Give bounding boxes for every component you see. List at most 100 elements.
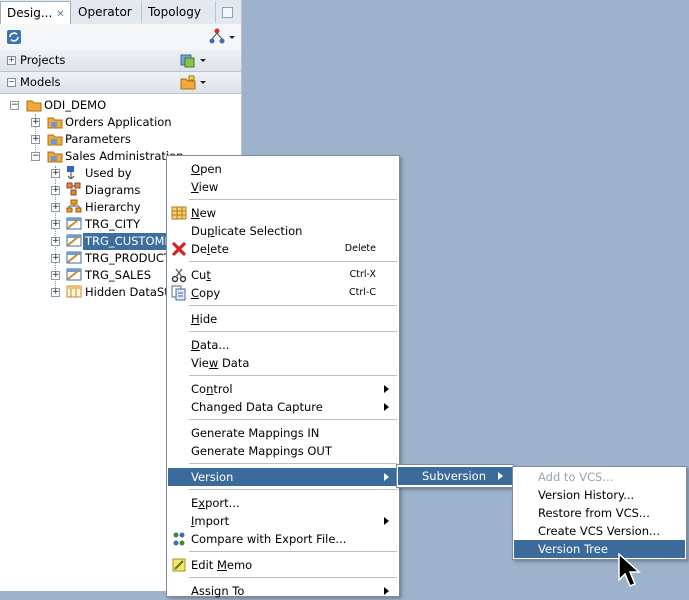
expand-icon[interactable]: + [51,288,60,297]
hidden-datastore-icon [66,285,82,298]
menu-item-label: Create VCS Version... [538,524,660,538]
projects-accordion[interactable]: + Projects [0,50,241,72]
menu-item-generate-mappings-out[interactable]: Generate Mappings OUT [168,442,398,460]
menu-item-label: Cut [191,268,211,282]
expand-icon[interactable]: + [31,118,40,127]
navigator-tabs: Desig... ✕ Operator Topology [0,0,241,25]
menu-item-label: Edit Memo [191,558,253,572]
menu-item-duplicate-selection[interactable]: Duplicate Selection [168,222,398,240]
expand-icon[interactable]: + [51,169,60,178]
datastore-icon [66,268,82,281]
menu-item-hide[interactable]: Hide [168,310,398,328]
menu-item-label: Copy [191,286,221,300]
menu-separator [189,305,397,306]
expand-icon[interactable]: + [51,186,60,195]
menu-item-open[interactable]: Open [168,160,398,178]
subversion-submenu: Add to VCS... Version History... Restore… [512,466,687,560]
menu-item-label: Open [191,162,222,176]
menu-item-edit-memo[interactable]: Edit Memo [168,556,398,574]
menu-separator [189,577,397,578]
expand-icon[interactable]: + [51,254,60,263]
tree-node-label: Parameters [65,132,131,146]
menu-item-label: Version History... [538,488,635,502]
menu-item-label: Version [191,470,234,484]
submenu-arrow-icon [384,403,389,411]
menu-item-cut[interactable]: Cut Ctrl-X [168,266,398,284]
submenu-arrow-icon [384,587,389,595]
menu-item-subversion[interactable]: Subversion [398,467,512,485]
menu-item-view[interactable]: View [168,178,398,196]
menu-item-label: Subversion [422,469,487,483]
tab-operator[interactable]: Operator [72,1,142,23]
menu-item-label: Version Tree [538,542,608,556]
mouse-cursor-icon [618,553,641,587]
tab-designer-label: Desig... [7,6,53,20]
menu-item-export[interactable]: Export... [168,494,398,512]
menu-item-label: Generate Mappings OUT [191,444,332,458]
expand-icon[interactable]: + [51,220,60,229]
menu-item-label: Add to VCS... [538,470,614,484]
expand-icon[interactable]: + [7,56,16,65]
tree-node-label: TRG_CITY [85,217,141,231]
submenu-arrow-icon [384,385,389,393]
menu-separator [189,199,397,200]
menu-item-label: Generate Mappings IN [191,426,320,440]
menu-item-copy[interactable]: Copy Ctrl-C [168,284,398,302]
tree-node-root[interactable]: − ODI_DEMO [10,97,210,114]
menu-item-version-tree[interactable]: Version Tree [514,540,685,558]
tree-node-label: ODI_DEMO [44,98,107,112]
model-icon [47,117,63,129]
menu-separator [189,331,397,332]
menu-item-new[interactable]: New [168,204,398,222]
new-project-icon[interactable] [180,53,208,69]
expand-icon[interactable]: + [51,271,60,280]
datastore-icon [66,217,82,230]
menu-item-generate-mappings-in[interactable]: Generate Mappings IN [168,424,398,442]
menu-item-changed-data-capture[interactable]: Changed Data Capture [168,398,398,416]
menu-item-control[interactable]: Control [168,380,398,398]
menu-separator [189,489,397,490]
collapse-icon[interactable]: − [31,152,40,161]
menu-item-shortcut: Ctrl-C [349,287,376,298]
new-model-icon[interactable] [180,75,208,91]
menu-item-label: Control [191,382,233,396]
submenu-arrow-icon [384,517,389,525]
minimize-icon[interactable] [222,7,233,18]
menu-item-compare-with-export-file[interactable]: Compare with Export File... [168,530,398,548]
menu-item-view-data[interactable]: View Data [168,354,398,372]
menu-item-import[interactable]: Import [168,512,398,530]
menu-item-version-history[interactable]: Version History... [514,486,685,504]
menu-separator [189,463,397,464]
menu-item-assign-to[interactable]: Assign To [168,582,398,600]
tree-node-label: Used by [85,166,132,180]
submenu-arrow-icon [498,472,503,480]
refresh-icon[interactable] [6,29,22,45]
expand-icon[interactable]: + [51,203,60,212]
menu-separator [189,419,397,420]
tab-topology[interactable]: Topology [142,1,216,23]
menu-item-label: Assign To [191,584,245,598]
menu-item-shortcut: Delete [344,243,376,254]
used-by-icon [67,166,75,179]
connect-navigator-icon[interactable] [209,28,237,46]
menu-item-add-to-vcs: Add to VCS... [514,468,685,486]
model-folder-icon [26,100,42,112]
tree-node-orders-application[interactable]: + Orders Application [31,114,231,131]
menu-item-data[interactable]: Data... [168,336,398,354]
menu-item-restore-from-vcs[interactable]: Restore from VCS... [514,504,685,522]
menu-item-create-vcs-version[interactable]: Create VCS Version... [514,522,685,540]
expand-icon[interactable]: + [51,237,60,246]
context-menu: Open View New Duplicate Selection Delete… [166,155,400,600]
close-icon[interactable]: ✕ [56,9,64,20]
collapse-icon[interactable]: − [10,101,19,110]
collapse-icon[interactable]: − [7,78,16,87]
expand-icon[interactable]: + [31,135,40,144]
menu-item-delete[interactable]: Delete Delete [168,240,398,258]
tab-designer[interactable]: Desig... ✕ [0,1,71,25]
menu-item-label: Restore from VCS... [538,506,650,520]
models-accordion[interactable]: − Models [0,72,241,94]
menu-item-version[interactable]: Version [168,468,398,486]
tree-node-parameters[interactable]: + Parameters [31,131,231,148]
tab-operator-label: Operator [78,5,132,19]
menu-item-label: Delete [191,242,229,256]
